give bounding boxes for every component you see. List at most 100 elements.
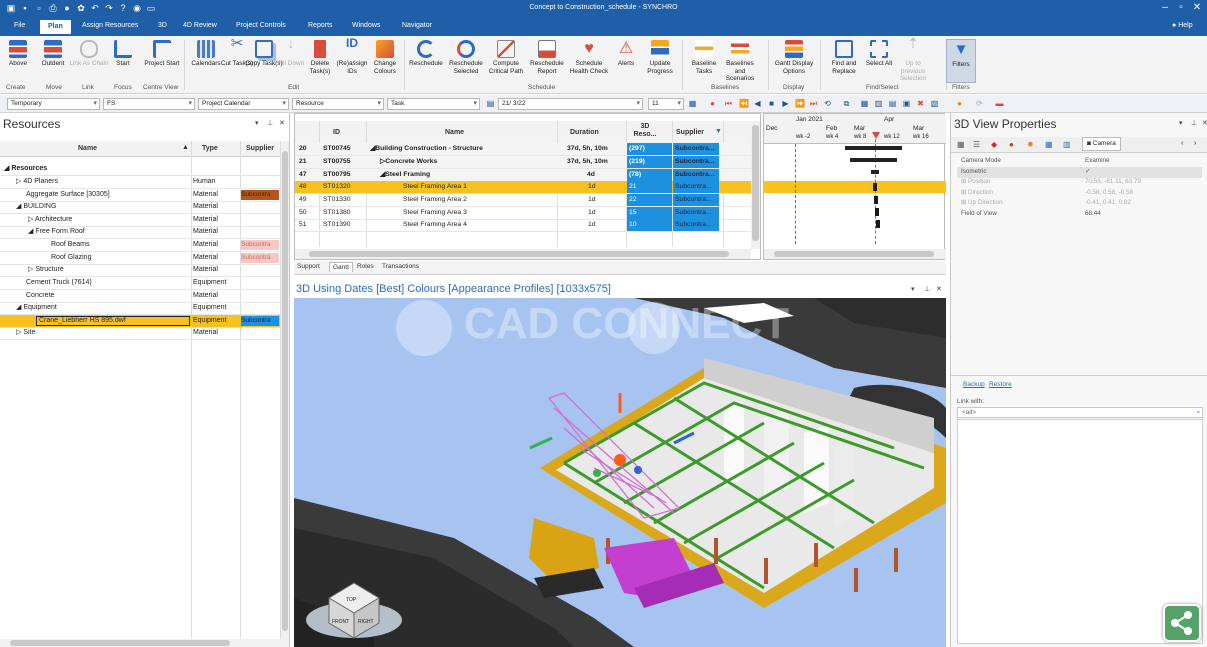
share-button[interactable] bbox=[1163, 604, 1201, 642]
task-row[interactable]: 21 ST00755 ▷ Concrete Works 37d, 5h, 10m (21… bbox=[295, 156, 751, 169]
go-to-start-icon[interactable]: ⏮ bbox=[724, 99, 733, 108]
resource-row[interactable]: ◢ Resources bbox=[0, 163, 280, 176]
panel-close-icon[interactable]: ✕ bbox=[1202, 119, 1207, 127]
hscroll-thumb[interactable] bbox=[774, 251, 934, 257]
resource-row[interactable]: Cement Truck (7614) Equipment bbox=[0, 277, 280, 290]
baseline-tasks-button[interactable]: Baseline Tasks bbox=[684, 39, 724, 75]
general-tab-icon[interactable]: ▦ bbox=[957, 140, 965, 149]
resource-combo[interactable]: Resource bbox=[292, 98, 384, 110]
bars-icon[interactable]: ▣ bbox=[902, 99, 911, 108]
resource-row[interactable]: Aggregate Surface [30305] Material Subcont… bbox=[0, 189, 280, 202]
property-row[interactable]: Camera Mode Examine bbox=[957, 156, 1202, 167]
column-header-task-name[interactable]: Name bbox=[445, 129, 464, 136]
tab-assign-resources[interactable]: Assign Resources bbox=[82, 22, 138, 29]
tab-reports[interactable]: Reports bbox=[308, 22, 333, 29]
panel-menu-icon[interactable]: ▾ bbox=[255, 119, 259, 127]
appearance-tab-icon[interactable]: ◆ bbox=[991, 140, 997, 149]
scroll-right-icon[interactable]: › bbox=[1194, 140, 1196, 147]
task-bar[interactable] bbox=[874, 196, 878, 204]
property-value[interactable]: -0.58, 0.58, -0.58 bbox=[1085, 188, 1133, 198]
property-checkbox[interactable]: ✓ bbox=[1085, 167, 1090, 177]
outdent-button[interactable]: Outdent bbox=[33, 39, 73, 68]
search-icon[interactable]: ⌕ bbox=[1196, 408, 1200, 417]
play-back-icon[interactable]: ◀ bbox=[753, 99, 762, 108]
tab-roles[interactable]: Roles bbox=[357, 263, 374, 270]
gantt-display-options-button[interactable]: Gantt Display Options bbox=[774, 39, 814, 75]
step-forward-icon[interactable]: ⏩ bbox=[795, 99, 805, 108]
property-value[interactable]: -0.41, 0.41, 0.82 bbox=[1085, 198, 1131, 208]
tab-navigator[interactable]: Navigator bbox=[402, 22, 432, 29]
tab-3d[interactable]: 3D bbox=[158, 22, 167, 29]
reschedule-report-button[interactable]: Reschedule Report bbox=[527, 39, 567, 75]
grid-view-icon[interactable]: ▦ bbox=[860, 99, 869, 108]
column-header-3d-resources[interactable]: 3D Reso... bbox=[631, 123, 659, 139]
current-date-marker-icon[interactable] bbox=[872, 132, 880, 139]
resource-row[interactable]: ◢ BUILDING Material bbox=[0, 201, 280, 214]
panel-close-icon[interactable]: ✕ bbox=[279, 119, 285, 127]
tab-windows[interactable]: Windows bbox=[352, 22, 380, 29]
up-to-previous-selection-button[interactable]: ⇡ Up to previous Selection bbox=[893, 36, 933, 83]
gizmo-handle[interactable] bbox=[614, 454, 626, 466]
resource-row[interactable]: Roof Glazing Material Subcontra bbox=[0, 252, 280, 265]
close-button[interactable]: ✕ bbox=[1190, 2, 1204, 13]
step-back-icon[interactable]: ⏪ bbox=[739, 99, 749, 108]
property-value[interactable]: 70.53, -61.11, 63.79 bbox=[1085, 177, 1141, 187]
grid-tab-icon[interactable]: ▦ bbox=[1045, 140, 1053, 149]
link-type-combo[interactable]: FS bbox=[103, 98, 195, 110]
backup-link[interactable]: Backup bbox=[963, 381, 985, 388]
column-header-type[interactable]: Type bbox=[202, 145, 218, 152]
gantt-hscrollbar[interactable] bbox=[764, 249, 946, 259]
resource-row[interactable]: ▷ 4D Planers Human bbox=[0, 176, 280, 189]
resource-row[interactable]: ▷ Architecture Material bbox=[0, 214, 280, 227]
play-icon[interactable]: ▶ bbox=[781, 99, 790, 108]
gizmo-handle[interactable] bbox=[634, 466, 642, 474]
task-row[interactable]: 51 ST01390 Steel Framing Area 4 1d 10 Subcont… bbox=[295, 219, 751, 232]
scroll-left-icon[interactable]: ‹ bbox=[1181, 140, 1183, 147]
sort-ascending-icon[interactable]: ▲ bbox=[182, 144, 189, 151]
baselines-scenarios-button[interactable]: Baselines and Scenarios bbox=[720, 39, 760, 83]
panel-close-icon[interactable]: ✕ bbox=[936, 285, 942, 293]
tab-gantt[interactable]: Gantt bbox=[329, 262, 353, 272]
column-header-task-supplier[interactable]: Supplier bbox=[676, 129, 704, 136]
column-header-supplier[interactable]: Supplier bbox=[246, 145, 274, 152]
lighting-tab-icon[interactable]: ✹ bbox=[1027, 140, 1034, 149]
delete-filter-icon[interactable]: ✖ bbox=[916, 99, 925, 108]
help-link[interactable]: ● Help bbox=[1172, 22, 1193, 29]
horizontal-scrollbar[interactable] bbox=[0, 639, 281, 647]
tab-file[interactable]: File bbox=[14, 22, 25, 29]
appearance-icon[interactable]: ● bbox=[955, 99, 964, 108]
task-combo[interactable]: Task bbox=[387, 98, 480, 110]
column-header-id[interactable]: ID bbox=[333, 129, 340, 136]
task-row[interactable]: 47 ST00795 ◢ Steel Framing 4d (78) Subcontra.… bbox=[295, 169, 751, 182]
scrollbar-thumb[interactable] bbox=[282, 151, 288, 631]
focus-icon[interactable]: ⧉ bbox=[842, 99, 851, 108]
pin-icon[interactable]: ⊥ bbox=[1191, 119, 1197, 127]
hscroll-thumb[interactable] bbox=[10, 640, 230, 646]
property-row[interactable]: ⊞ Up Direction -0.41, 0.41, 0.82 bbox=[957, 198, 1202, 209]
table-tab-icon[interactable]: ▥ bbox=[1063, 140, 1071, 149]
column-header-name[interactable]: Name bbox=[78, 145, 97, 152]
task-bar[interactable] bbox=[875, 208, 879, 216]
tab-transactions[interactable]: Transactions bbox=[382, 263, 419, 270]
minimize-button[interactable]: – bbox=[1158, 2, 1172, 13]
restore-link[interactable]: Restore bbox=[989, 381, 1012, 388]
relationship-combo[interactable]: Temporary bbox=[7, 98, 100, 110]
summary-bar[interactable] bbox=[845, 146, 902, 150]
print-preview-icon[interactable]: ▧ bbox=[930, 99, 939, 108]
resource-row[interactable]: ▷ Site Material bbox=[0, 327, 280, 340]
resource-row-selected[interactable]: Crane_Liebherr HS 895.dwf Equipment Subcon… bbox=[0, 315, 280, 328]
resource-row[interactable]: Roof Beams Material Subcontra bbox=[0, 239, 280, 252]
list-tab-icon[interactable]: ☰ bbox=[973, 140, 980, 149]
maximize-button[interactable]: ▫ bbox=[1174, 2, 1188, 13]
duration-stepper[interactable]: 11 bbox=[648, 98, 684, 110]
tab-support[interactable]: Support bbox=[297, 263, 320, 270]
refresh-icon[interactable]: ⟳ bbox=[975, 99, 984, 108]
property-row[interactable]: ⊞ Direction -0.58, 0.58, -0.58 bbox=[957, 188, 1202, 199]
date-picker[interactable]: 21/ 3/22 bbox=[498, 98, 643, 110]
resource-row[interactable]: ▷ Structure Material bbox=[0, 264, 280, 277]
hscroll-thumb[interactable] bbox=[309, 251, 729, 257]
summary-bar[interactable] bbox=[871, 170, 879, 174]
resource-row[interactable]: ◢ Free Form Roof Material bbox=[0, 226, 280, 239]
grid-hscrollbar[interactable] bbox=[295, 249, 751, 259]
calendar-small-icon[interactable]: ▦ bbox=[688, 99, 697, 108]
